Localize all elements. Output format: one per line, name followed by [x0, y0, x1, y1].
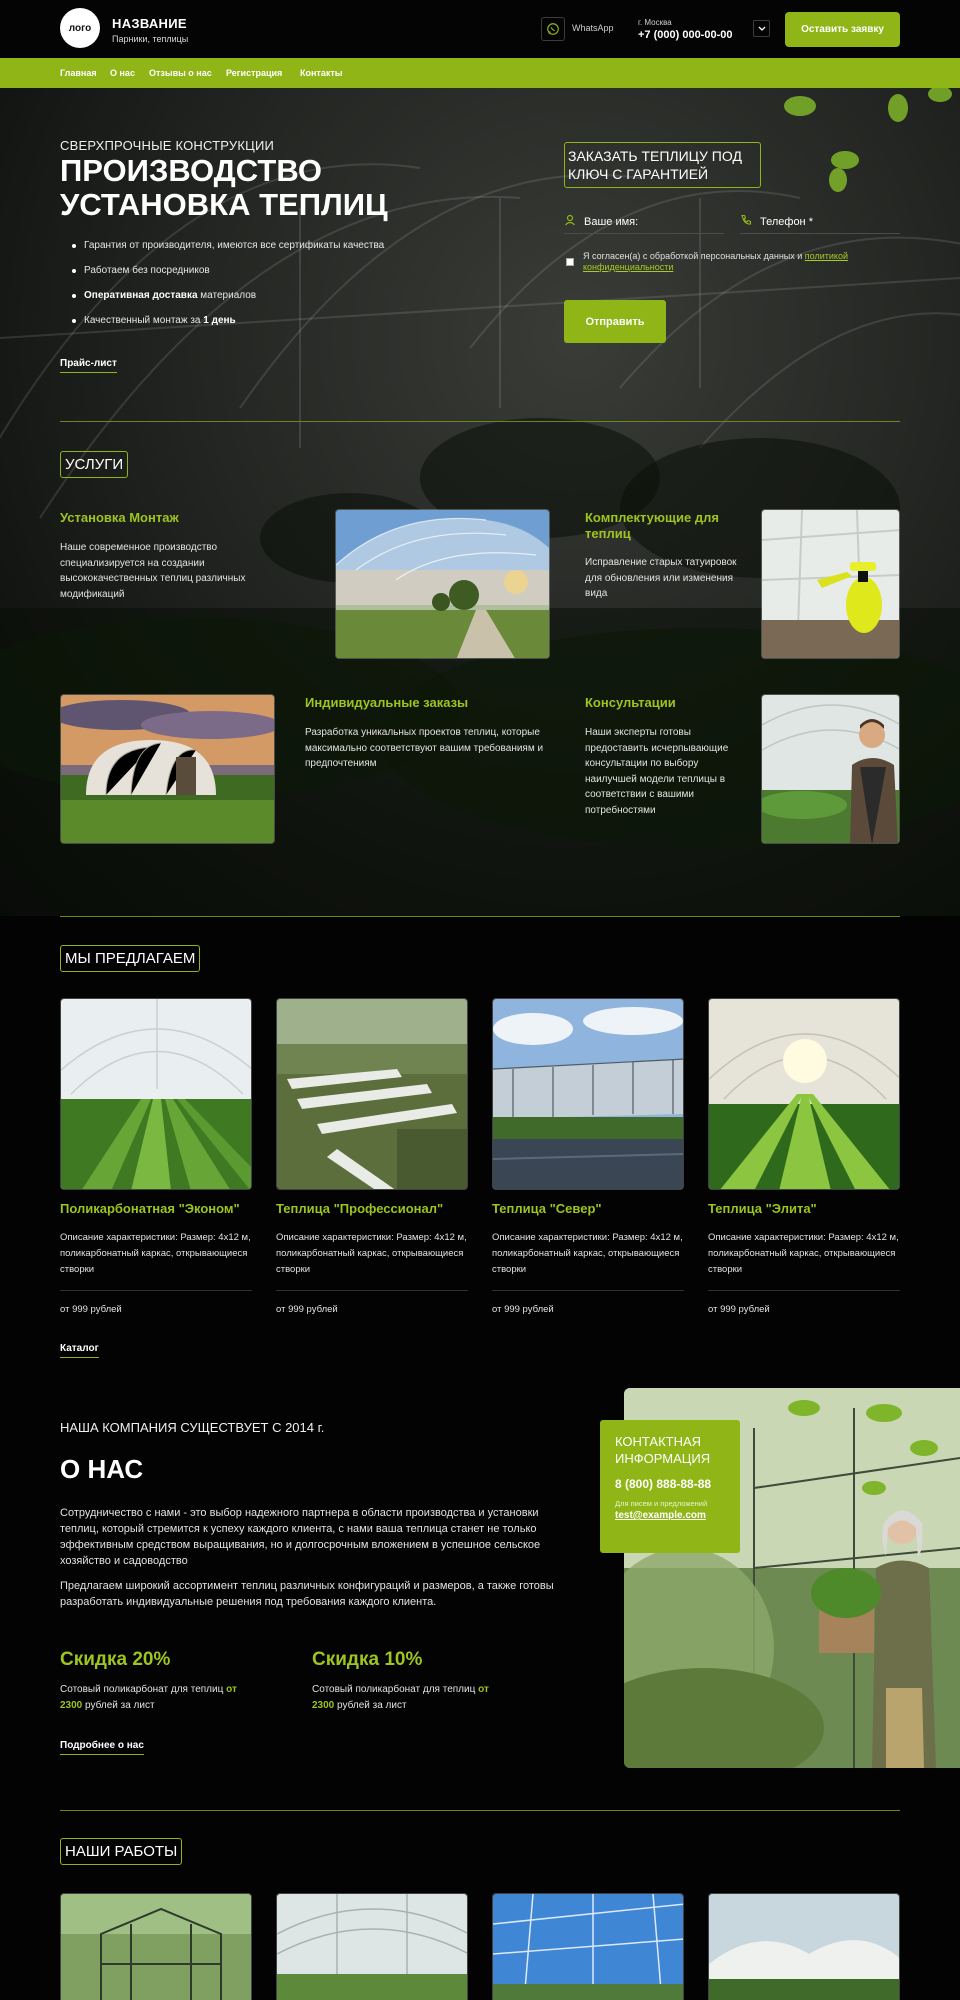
service-image-components [761, 509, 900, 659]
benefit-item: Оперативная доставка материалов [72, 290, 452, 315]
work-image[interactable] [276, 1893, 468, 2000]
product-desc: Описание характеристики: Размер: 4x12 м,… [276, 1232, 467, 1275]
discount-title: Скидка 10% [312, 1649, 423, 1670]
submit-button[interactable]: Отправить [564, 300, 666, 343]
product-title[interactable]: Теплица "Север" [492, 1201, 602, 1216]
offer-heading: МЫ ПРЕДЛАГАЕМ [60, 945, 201, 972]
nav-item-about[interactable]: О нас [110, 68, 135, 78]
service-desc: Разработка уникальных проектов теплиц, к… [305, 727, 544, 769]
section-divider [60, 421, 900, 422]
service-image-consultation [761, 694, 900, 844]
product-image-north[interactable] [492, 998, 684, 1190]
card-divider [708, 1290, 900, 1291]
product-desc: Описание характеристики: Размер: 4x12 м,… [60, 1232, 251, 1275]
product-desc: Описание характеристики: Размер: 4x12 м,… [492, 1232, 683, 1275]
brand-subtitle: Парники, теплицы [112, 34, 189, 44]
section-divider [60, 916, 900, 917]
nav-item-reviews[interactable]: Отзывы о нас [149, 68, 212, 78]
hero-title: ПРОИЗВОДСТВО УСТАНОВКА ТЕПЛИЦ [60, 153, 388, 222]
name-field[interactable]: Ваше имя: [564, 214, 724, 234]
logo[interactable]: лого [60, 8, 100, 48]
product-title[interactable]: Теплица "Элита" [708, 1201, 817, 1216]
chevron-down-icon[interactable] [753, 20, 770, 37]
card-divider [492, 1290, 684, 1291]
product-price: от 999 рублей [60, 1304, 122, 1315]
user-icon [565, 214, 575, 226]
service-title[interactable]: Комплектующие для теплиц [585, 510, 755, 542]
consent-text: Я согласен(а) с обработкой персональных … [583, 251, 848, 272]
nav-item-registration[interactable]: Регистрация [226, 68, 282, 78]
services-heading: УСЛУГИ [60, 451, 129, 478]
about-eyebrow: НАША КОМПАНИЯ СУЩЕСТВУЕТ С 2014 г. [60, 1420, 325, 1435]
about-title: О НАС [60, 1454, 144, 1484]
contact-title: КОНТАКТНАЯ ИНФОРМАЦИЯ [615, 1434, 711, 1466]
form-title: ЗАКАЗАТЬ ТЕПЛИЦУ ПОД КЛЮЧ С ГАРАНТИЕЙ [564, 142, 761, 188]
product-image-professional[interactable] [276, 998, 468, 1190]
whatsapp-link[interactable]: WhatsApp [572, 23, 614, 33]
service-image-custom [60, 694, 275, 844]
work-image[interactable] [60, 1893, 252, 2000]
product-price: от 999 рублей [492, 1304, 554, 1315]
product-desc: Описание характеристики: Размер: 4x12 м,… [708, 1232, 899, 1275]
product-title[interactable]: Поликарбонатная "Эконом" [60, 1201, 240, 1216]
catalog-link[interactable]: Каталог [60, 1343, 99, 1358]
contact-email[interactable]: test@example.com [615, 1510, 725, 1521]
product-title[interactable]: Теплица "Профессионал" [276, 1201, 443, 1216]
nav-item-home[interactable]: Главная [60, 68, 97, 78]
contact-card: КОНТАКТНАЯ ИНФОРМАЦИЯ 8 (800) 888-88-88 … [600, 1420, 740, 1553]
service-desc: Наше современное производство специализи… [60, 542, 246, 600]
more-about-link[interactable]: Подробнее о нас [60, 1740, 144, 1755]
about-paragraph: Предлагаем широкий ассортимент теплиц ра… [60, 1580, 554, 1608]
whatsapp-icon[interactable] [541, 17, 565, 41]
discount-title: Скидка 20% [60, 1649, 171, 1670]
phone-icon [741, 214, 752, 225]
service-desc: Исправление старых татуировок для обновл… [585, 557, 737, 599]
service-title[interactable]: Установка Монтаж [60, 510, 280, 526]
request-button[interactable]: Оставить заявку [785, 12, 900, 47]
service-image-installation [335, 509, 550, 659]
hero-eyebrow: СВЕРХПРОЧНЫЕ КОНСТРУКЦИИ [60, 138, 275, 153]
product-price: от 999 рублей [708, 1304, 770, 1315]
service-desc: Наши эксперты готовы предоставить исчерп… [585, 727, 729, 816]
brand-name: НАЗВАНИЕ [112, 16, 187, 31]
hero-benefits: Гарантия от производителя, имеются все с… [72, 240, 452, 340]
city-label: г. Москва [638, 18, 672, 27]
product-image-elite[interactable] [708, 998, 900, 1190]
section-divider [60, 1810, 900, 1811]
benefit-item: Гарантия от производителя, имеются все с… [72, 240, 452, 265]
product-price: от 999 рублей [276, 1304, 338, 1315]
main-nav: Главная О нас Отзывы о нас Регистрация К… [0, 58, 960, 88]
benefit-item: Качественный монтаж за 1 день [72, 315, 452, 340]
price-list-link[interactable]: Прайс-лист [60, 358, 117, 373]
service-title[interactable]: Консультации [585, 695, 755, 711]
contact-note: Для писем и предложений [615, 1499, 708, 1508]
card-divider [276, 1290, 468, 1291]
works-heading: НАШИ РАБОТЫ [60, 1838, 183, 1865]
header-phone[interactable]: +7 (000) 000-00-00 [638, 29, 732, 41]
phone-field[interactable]: Телефон * [740, 214, 900, 234]
about-paragraph: Сотрудничество с нами - это выбор надежн… [60, 1507, 541, 1567]
work-image[interactable] [492, 1893, 684, 2000]
discount-desc: Сотовый поликарбонат для теплиц от 2300 … [60, 1684, 237, 1711]
card-divider [60, 1290, 252, 1291]
discount-desc: Сотовый поликарбонат для теплиц от 2300 … [312, 1684, 489, 1711]
top-header: лого НАЗВАНИЕ Парники, теплицы WhatsApp … [0, 0, 960, 58]
brand-block: НАЗВАНИЕ Парники, теплицы [112, 16, 188, 44]
work-image[interactable] [708, 1893, 900, 2000]
service-title[interactable]: Индивидуальные заказы [305, 695, 545, 711]
product-image-economy[interactable] [60, 998, 252, 1190]
contact-phone[interactable]: 8 (800) 888-88-88 [615, 1477, 725, 1491]
nav-item-contacts[interactable]: Контакты [300, 68, 342, 78]
benefit-item: Работаем без посредников [72, 265, 452, 290]
consent-checkbox[interactable] [566, 258, 574, 266]
